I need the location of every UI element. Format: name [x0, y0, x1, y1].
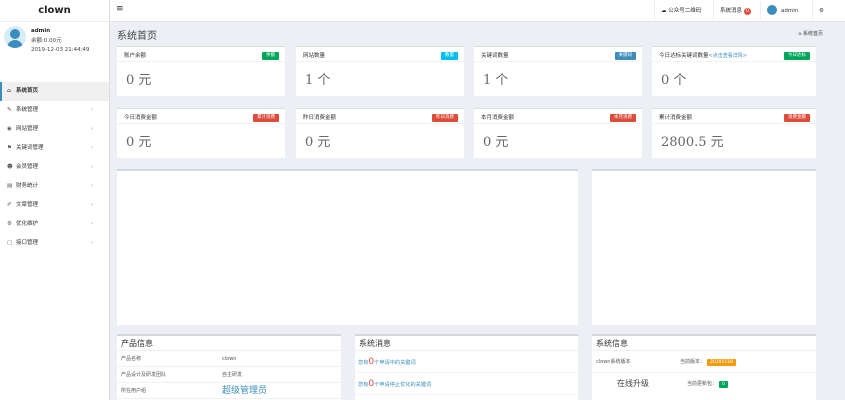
- chart-panel-right: [592, 169, 816, 325]
- stat-card-today-spend: 今日消费金额 累计消费 0 元: [117, 108, 285, 158]
- page-title: 系统首页: [117, 31, 157, 42]
- sidebar-item-label: 文章管理: [16, 202, 39, 208]
- square-icon: ▢: [7, 240, 13, 246]
- sidebar-item-sites[interactable]: ◉ 网站管理 ‹: [0, 120, 109, 139]
- sidebar-item-members[interactable]: ☻ 会员管理 ‹: [0, 158, 109, 177]
- chevron-left-icon: ‹: [91, 145, 93, 151]
- stat-value: 2800.5 元: [661, 135, 724, 150]
- stat-card-today-ranked: 今日达标关键词数量<点击查看详情> 今日达标 0 个: [652, 46, 816, 96]
- message-count-badge: 0: [744, 8, 751, 15]
- sidebar-item-home[interactable]: ⌂ 系统首页: [0, 82, 109, 101]
- sidebar-item-label: 会员管理: [16, 164, 39, 170]
- globe-icon: ◉: [7, 126, 12, 132]
- system-info-title: 系统信息: [592, 336, 816, 351]
- sidebar-item-optimization[interactable]: ⚙ 优化维护 ‹: [0, 215, 109, 234]
- sidebar-item-keywords[interactable]: ⚑ 关键词管理 ‹: [0, 139, 109, 158]
- sidebar-item-system[interactable]: ✎ 系统管理 ‹: [0, 101, 109, 120]
- sidebar-item-label: 优化维护: [16, 221, 39, 227]
- system-messages-panel: 系统消息 您有0个申请中的关键词 您有0个申请停止优化的关键词: [355, 334, 578, 400]
- chevron-left-icon: ‹: [91, 221, 93, 227]
- avatar: [767, 4, 777, 15]
- user-balance: 余额:0.00元: [31, 37, 62, 44]
- stat-value: 0 元: [126, 135, 152, 150]
- top-navbar: ≡ ☁ 公众号二维码 系统消息 0 admin ⚙: [110, 0, 845, 22]
- sidebar-item-label: 关键词管理: [16, 145, 44, 151]
- stat-value: 1 个: [483, 73, 509, 88]
- stat-value: 0 元: [305, 135, 331, 150]
- stat-tag: 消费金额: [784, 114, 810, 122]
- stat-tag: 累计消费: [253, 114, 279, 122]
- stat-tag: 数量: [441, 52, 458, 60]
- stat-card-yesterday-spend: 昨日消费金额 昨日消费 0 元: [296, 108, 464, 158]
- message-item[interactable]: 您有0个申请停止优化的关键词: [355, 373, 578, 395]
- chevron-left-icon: ‹: [91, 202, 93, 208]
- table-row: 在线升级 当前更新包： 0: [592, 373, 816, 395]
- stat-card-total-spend: 累计消费金额 消费金额 2800.5 元: [652, 108, 816, 158]
- edit-icon: ✐: [7, 202, 12, 208]
- chevron-left-icon: ‹: [91, 240, 93, 246]
- system-messages-link[interactable]: 系统消息 0: [713, 0, 757, 22]
- sidebar-item-label: 系统管理: [16, 107, 39, 113]
- view-details-link[interactable]: <点击查看详情>: [709, 53, 747, 59]
- users-icon: ☻: [7, 164, 13, 170]
- stat-value: 0 元: [483, 135, 509, 150]
- table-row: 所在用户组 超级管理员: [117, 383, 341, 399]
- brand-logo[interactable]: clown: [0, 0, 109, 22]
- stat-card-balance: 账户余额 余额 0 元: [117, 46, 285, 96]
- stat-tag: 余额: [262, 52, 279, 60]
- chart-panel-left: [117, 169, 578, 325]
- sidebar-item-label: 财务统计: [16, 183, 39, 189]
- sidebar-item-api[interactable]: ▢ 接口管理 ‹: [0, 234, 109, 253]
- breadcrumb[interactable]: ⌂ 系统首页: [798, 30, 823, 37]
- wrench-icon: ✎: [7, 107, 12, 113]
- stat-value: 0 个: [661, 73, 687, 88]
- stat-tag: 关键词: [614, 52, 636, 60]
- table-row: 产品设计及研发团队 自主研发: [117, 367, 341, 383]
- update-count-badge: 0: [719, 381, 728, 388]
- stat-card-keywords: 关键词数量 关键词 1 个: [474, 46, 642, 96]
- chevron-left-icon: ‹: [91, 183, 93, 189]
- home-icon: ⌂: [7, 88, 11, 94]
- user-avatar: [4, 26, 26, 48]
- product-info-panel: 产品信息 产品名称 clown 产品设计及研发团队 自主研发 所在用户组 超级管理员: [117, 334, 341, 400]
- stat-tag: 今日达标: [784, 52, 810, 60]
- sidebar-menu: ⌂ 系统首页 ✎ 系统管理 ‹ ◉ 网站管理 ‹ ⚑ 关键词管理 ‹ ☻ 会员管理 ‹ ▤ 财务统计…: [0, 82, 109, 253]
- stat-card-month-spend: 本月消费金额 本月消费 0 元: [474, 108, 642, 158]
- user-menu[interactable]: admin: [760, 0, 804, 22]
- chevron-left-icon: ‹: [91, 126, 93, 132]
- settings-gear-icon[interactable]: ⚙: [812, 0, 830, 22]
- user-panel: admin 余额:0.00元 2019-12-03 21:44:49: [0, 22, 109, 60]
- sidebar-item-finance[interactable]: ▤ 财务统计 ‹: [0, 177, 109, 196]
- wechat-qrcode-link[interactable]: ☁ 公众号二维码: [654, 0, 707, 22]
- credit-card-icon: ▤: [7, 183, 13, 189]
- sidebar-item-articles[interactable]: ✐ 文章管理 ‹: [0, 196, 109, 215]
- message-item[interactable]: 您有0个申请中的关键词: [355, 351, 578, 373]
- stat-card-sites: 网站数量 数量 1 个: [296, 46, 464, 96]
- stat-value: 0 元: [126, 73, 152, 88]
- menu-toggle-icon[interactable]: ≡: [116, 4, 124, 14]
- version-badge: 20191118: [707, 359, 736, 366]
- user-name: admin: [31, 28, 51, 34]
- sidebar-item-label: 网站管理: [16, 126, 39, 132]
- system-messages-title: 系统消息: [355, 336, 578, 351]
- stat-tag: 昨日消费: [432, 114, 458, 122]
- stat-tag: 本月消费: [610, 114, 636, 122]
- main-content: 系统首页 ⌂ 系统首页 账户余额 余额 0 元 网站数量 数量 1 个 关键词数…: [110, 22, 845, 400]
- sidebar-item-label: 系统首页: [16, 88, 39, 94]
- product-info-title: 产品信息: [117, 336, 341, 351]
- sidebar: clown admin 余额:0.00元 2019-12-03 21:44:49…: [0, 0, 110, 400]
- user-login-time: 2019-12-03 21:44:49: [31, 47, 90, 53]
- online-upgrade-link[interactable]: 在线升级: [617, 373, 649, 395]
- flag-icon: ⚑: [7, 145, 12, 151]
- table-row: 产品名称 clown: [117, 351, 341, 367]
- system-info-panel: 系统信息 clown系统版本 当前版本： 20191118 在线升级 当前更新包：…: [592, 334, 816, 400]
- chevron-left-icon: ‹: [91, 107, 93, 113]
- stat-value: 1 个: [305, 73, 331, 88]
- table-row: clown系统版本 当前版本： 20191118: [592, 351, 816, 373]
- chevron-left-icon: ‹: [91, 164, 93, 170]
- tools-icon: ⚙: [7, 221, 12, 227]
- sidebar-item-label: 接口管理: [16, 240, 39, 246]
